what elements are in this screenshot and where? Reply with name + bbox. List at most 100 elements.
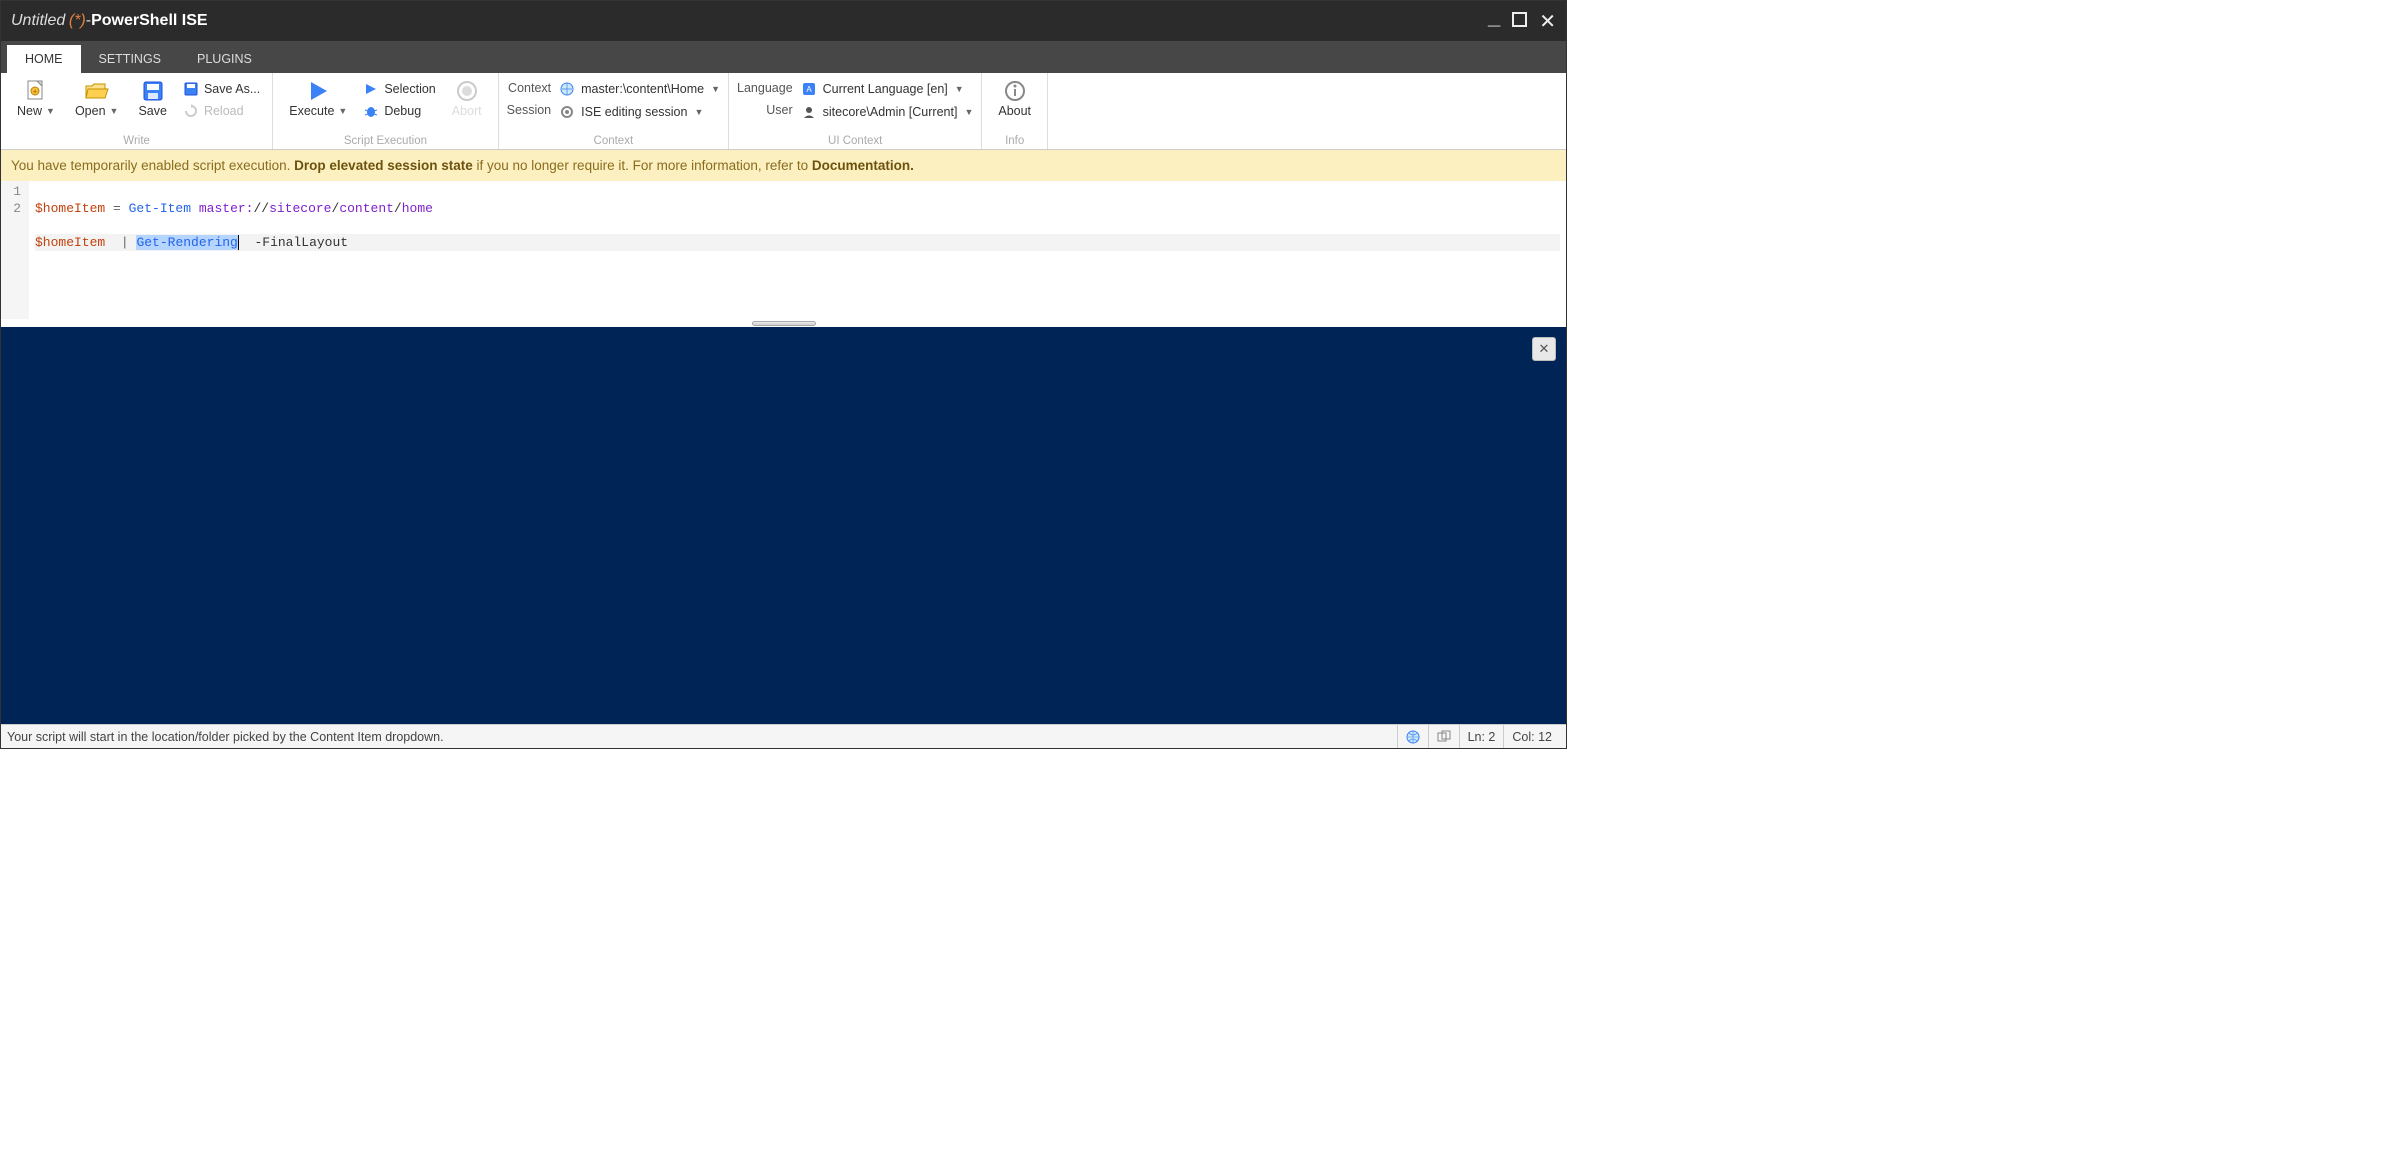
language-value: Current Language [en] (823, 82, 948, 96)
titlebar: Untitled (*) - PowerShell ISE _ ✕ (1, 1, 1566, 41)
save-button[interactable]: Save (130, 75, 175, 118)
session-value: ISE editing session (581, 105, 687, 119)
user-dropdown[interactable]: sitecore\Admin [Current] ▼ (801, 102, 974, 122)
line-gutter: 1 2 (1, 181, 29, 319)
code-line: $homeItem | Get-Rendering -FinalLayout (35, 234, 1560, 251)
user-value: sitecore\Admin [Current] (823, 105, 958, 119)
ribbon-group-info: About Info (982, 73, 1048, 149)
elevated-session-banner: You have temporarily enabled script exec… (1, 150, 1566, 181)
close-button[interactable]: ✕ (1539, 9, 1556, 34)
save-as-label: Save As... (204, 82, 260, 96)
group-label-uicontext: UI Context (737, 135, 973, 149)
play-icon (307, 78, 329, 104)
banner-doc-link[interactable]: Documentation. (812, 158, 914, 173)
chevron-down-icon: ▼ (694, 107, 703, 117)
user-label: User (766, 103, 792, 117)
chevron-down-icon: ▼ (338, 106, 347, 116)
bug-icon (363, 103, 379, 119)
save-icon (143, 78, 163, 104)
code-line: $homeItem = Get-Item master://sitecore/c… (35, 200, 1560, 217)
globe-icon (559, 81, 575, 97)
tab-settings[interactable]: SETTINGS (81, 45, 180, 73)
language-icon: A (801, 81, 817, 97)
play-selection-icon (363, 81, 379, 97)
svg-text:A: A (806, 85, 812, 94)
line-number: 1 (7, 183, 21, 200)
save-as-button[interactable]: Save As... (179, 79, 264, 99)
status-icon-windows[interactable] (1428, 725, 1459, 748)
execute-button[interactable]: Execute ▼ (281, 75, 355, 118)
save-as-icon (183, 81, 199, 97)
window-controls: _ ✕ (1488, 8, 1556, 34)
status-message: Your script will start in the location/f… (7, 730, 444, 744)
about-button[interactable]: About (990, 75, 1039, 118)
close-icon: ✕ (1539, 341, 1550, 357)
context-value: master:\content\Home (581, 82, 704, 96)
chevron-down-icon: ▼ (711, 84, 720, 94)
new-file-icon: ✦ (26, 78, 46, 104)
banner-drop-link[interactable]: Drop elevated session state (294, 158, 473, 173)
title-appname: PowerShell ISE (91, 12, 207, 30)
ribbon-group-write: ✦ New ▼ Open ▼ Save (1, 73, 273, 149)
code-area[interactable]: $homeItem = Get-Item master://sitecore/c… (29, 181, 1566, 319)
selection-button[interactable]: Selection (359, 79, 439, 99)
chevron-down-icon: ▼ (110, 106, 119, 116)
group-label-write: Write (9, 135, 264, 149)
tab-plugins[interactable]: PLUGINS (179, 45, 270, 73)
context-dropdown[interactable]: master:\content\Home ▼ (559, 79, 720, 99)
abort-label: Abort (452, 104, 482, 118)
debug-label: Debug (384, 104, 421, 118)
group-label-exec: Script Execution (281, 135, 489, 149)
status-icon-globe[interactable] (1397, 725, 1428, 748)
ribbon-group-execution: Execute ▼ Selection Debug (273, 73, 498, 149)
maximize-button[interactable] (1512, 11, 1527, 32)
banner-text-2: if you no longer require it. For more in… (473, 158, 812, 173)
selected-text: Get-Rendering (136, 235, 238, 250)
ribbon-group-context: Context Session master:\content\Home ▼ I… (499, 73, 729, 149)
new-label: New (17, 104, 42, 118)
ribbon-tabstrip: HOME SETTINGS PLUGINS (1, 41, 1566, 73)
language-label: Language (737, 81, 793, 95)
title-modified-indicator: (*) (69, 12, 86, 30)
reload-label: Reload (204, 104, 244, 118)
context-label: Context (508, 81, 551, 95)
ribbon-group-uicontext: Language User A Current Language [en] ▼ … (729, 73, 982, 149)
chevron-down-icon: ▼ (46, 106, 55, 116)
splitter-grip-icon (752, 321, 816, 326)
abort-button[interactable]: Abort (444, 75, 490, 118)
editor-output-splitter[interactable] (1, 319, 1566, 327)
gear-icon (559, 104, 575, 120)
selection-label: Selection (384, 82, 435, 96)
reload-button[interactable]: Reload (179, 101, 264, 121)
banner-text-1: You have temporarily enabled script exec… (11, 158, 294, 173)
debug-button[interactable]: Debug (359, 101, 439, 121)
ribbon: ✦ New ▼ Open ▼ Save (1, 73, 1566, 150)
tab-home[interactable]: HOME (7, 45, 81, 73)
new-button[interactable]: ✦ New ▼ (9, 75, 63, 118)
svg-text:✦: ✦ (32, 88, 38, 96)
session-dropdown[interactable]: ISE editing session ▼ (559, 102, 720, 122)
open-label: Open (75, 104, 106, 118)
group-label-info: Info (990, 135, 1039, 149)
session-label: Session (507, 103, 551, 117)
save-label: Save (138, 104, 167, 118)
info-icon (1004, 78, 1026, 104)
status-line: Ln: 2 (1459, 725, 1504, 748)
group-label-context: Context (507, 135, 720, 149)
statusbar: Your script will start in the location/f… (1, 724, 1566, 748)
script-editor[interactable]: 1 2 $homeItem = Get-Item master://siteco… (1, 181, 1566, 319)
execute-label: Execute (289, 104, 334, 118)
close-output-button[interactable]: ✕ (1532, 337, 1556, 361)
about-label: About (998, 104, 1031, 118)
title-filename: Untitled (11, 12, 65, 30)
chevron-down-icon: ▼ (955, 84, 964, 94)
chevron-down-icon: ▼ (964, 107, 973, 117)
minimize-button[interactable]: _ (1488, 4, 1500, 30)
status-column: Col: 12 (1503, 725, 1560, 748)
language-dropdown[interactable]: A Current Language [en] ▼ (801, 79, 974, 99)
open-button[interactable]: Open ▼ (67, 75, 127, 118)
reload-icon (183, 103, 199, 119)
output-pane[interactable]: ✕ (1, 327, 1566, 724)
open-folder-icon (85, 78, 109, 104)
line-number: 2 (7, 200, 21, 217)
